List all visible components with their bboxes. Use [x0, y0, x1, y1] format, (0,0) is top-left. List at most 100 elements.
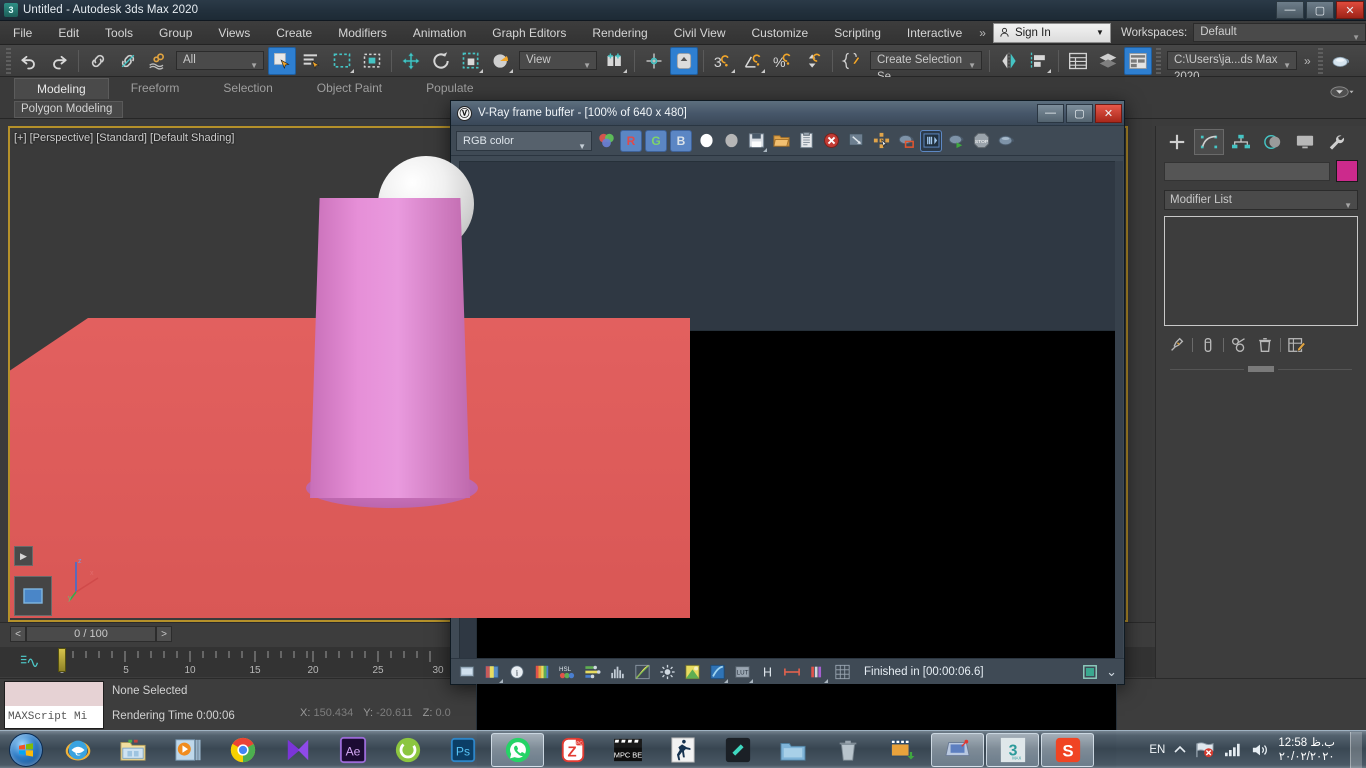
- blue-channel-button[interactable]: B: [670, 129, 692, 152]
- recycle-icon[interactable]: [821, 733, 874, 767]
- render-last-icon[interactable]: [945, 130, 967, 152]
- pin-stack-icon[interactable]: [1168, 336, 1186, 354]
- vfb-channel-select[interactable]: RGB color ▼: [456, 130, 592, 151]
- select-and-link-button[interactable]: [84, 47, 112, 75]
- material-editor-button[interactable]: [1327, 47, 1355, 75]
- file-explorer-icon[interactable]: [106, 733, 159, 767]
- place-pivot-button[interactable]: [487, 47, 515, 75]
- ribbon-tab-selection[interactable]: Selection: [201, 78, 294, 99]
- mpc-be-icon[interactable]: MPC BE: [601, 733, 654, 767]
- clear-image-icon[interactable]: [820, 130, 842, 152]
- green-channel-button[interactable]: G: [645, 129, 667, 152]
- named-selection-sets-select[interactable]: Create Selection Se ▼: [870, 51, 982, 83]
- align-button[interactable]: [1025, 47, 1053, 75]
- select-and-move-button[interactable]: [397, 47, 425, 75]
- toolbar-overflow-chevron[interactable]: »: [1300, 54, 1315, 68]
- spinner-snap-toggle-button[interactable]: [799, 47, 827, 75]
- ribbon-tab-populate[interactable]: Populate: [404, 78, 495, 99]
- object-color-swatch[interactable]: [1336, 160, 1358, 182]
- menu-interactive[interactable]: Interactive: [894, 21, 975, 45]
- windows-media-player-icon[interactable]: [161, 733, 214, 767]
- undo-button[interactable]: [15, 47, 43, 75]
- close-button[interactable]: ✕: [1336, 1, 1364, 19]
- duplicate-vfb-icon[interactable]: [845, 130, 867, 152]
- language-indicator[interactable]: EN: [1149, 744, 1165, 756]
- ribbon-tab-modeling[interactable]: Modeling: [14, 78, 109, 99]
- white-balance-icon[interactable]: [681, 661, 703, 683]
- maxscript-output-pane[interactable]: [5, 682, 103, 706]
- select-by-name-button[interactable]: [298, 47, 326, 75]
- curve-icon[interactable]: [631, 661, 653, 683]
- selection-filter-select[interactable]: All ▼: [176, 51, 264, 70]
- next-frame-button[interactable]: >: [156, 626, 172, 642]
- toolbar-grip[interactable]: [6, 47, 11, 74]
- hue-letter-icon[interactable]: H: [756, 661, 778, 683]
- reference-coordinate-select[interactable]: View ▼: [519, 51, 597, 70]
- sign-in-button[interactable]: Sign In ▼: [992, 22, 1111, 43]
- toolbar-grip[interactable]: [1156, 47, 1161, 74]
- rectangular-selection-region-button[interactable]: [328, 47, 356, 75]
- menu-views[interactable]: Views: [205, 21, 263, 45]
- levels-icon[interactable]: [581, 661, 603, 683]
- object-name-input[interactable]: [1164, 161, 1330, 181]
- filmora-icon[interactable]: [711, 733, 764, 767]
- ribbon-panel-polygon-modeling[interactable]: Polygon Modeling: [14, 100, 124, 118]
- menu-edit[interactable]: Edit: [45, 21, 92, 45]
- alpha-grey-icon[interactable]: [720, 130, 742, 152]
- vfb-minimize-button[interactable]: —: [1037, 103, 1064, 123]
- select-object-button[interactable]: [268, 46, 296, 75]
- network-error-icon[interactable]: [1195, 741, 1215, 759]
- bind-to-space-warp-button[interactable]: [144, 47, 172, 75]
- workspace-select[interactable]: Default ▼: [1193, 23, 1366, 42]
- show-desktop-button[interactable]: [1350, 731, 1362, 768]
- alpha-white-icon[interactable]: [695, 130, 717, 152]
- percent-snap-toggle-button[interactable]: %: [769, 47, 797, 75]
- zapya-icon[interactable]: Z PC: [546, 733, 599, 767]
- taskbar-clock[interactable]: 12:58 ب.ظ ۲۰/۰۲/۲۰۲۰: [1278, 736, 1341, 764]
- redo-button[interactable]: [45, 47, 73, 75]
- ribbon-options-dropdown[interactable]: [1320, 85, 1366, 99]
- render-region-icon[interactable]: [895, 130, 917, 152]
- modify-tab[interactable]: [1194, 129, 1224, 155]
- menu-overflow-chevron[interactable]: »: [975, 26, 990, 40]
- whatsapp-icon[interactable]: [491, 732, 544, 767]
- modifier-list-select[interactable]: Modifier List ▼: [1164, 190, 1358, 210]
- counter-strike-icon[interactable]: [656, 733, 709, 767]
- toggle-ribbon-button[interactable]: [1124, 46, 1152, 75]
- make-unique-icon[interactable]: [1230, 336, 1250, 354]
- save-channel-icon[interactable]: [456, 661, 478, 683]
- maxscript-mini-listener[interactable]: MAXScript Mi: [4, 681, 104, 729]
- menu-create[interactable]: Create: [263, 21, 325, 45]
- ribbon-tab-object-paint[interactable]: Object Paint: [295, 78, 404, 99]
- angle-snap-toggle-button[interactable]: [739, 47, 767, 75]
- menu-group[interactable]: Group: [146, 21, 205, 45]
- red-channel-button[interactable]: R: [620, 129, 642, 152]
- use-pivot-point-center-button[interactable]: [601, 47, 629, 75]
- render-icon[interactable]: [995, 130, 1017, 152]
- viewport-cylinder-object[interactable]: [310, 198, 470, 498]
- show-layers-icon[interactable]: [481, 661, 503, 683]
- wifi-signal-icon[interactable]: [1224, 742, 1242, 758]
- toggle-scene-explorer-button[interactable]: [1064, 47, 1092, 75]
- previous-frame-button[interactable]: <: [10, 626, 26, 642]
- hue-icon[interactable]: [706, 661, 728, 683]
- coord-z-value[interactable]: 0.0: [435, 707, 450, 719]
- start-button[interactable]: [2, 732, 50, 768]
- video-player-icon[interactable]: [271, 733, 324, 767]
- remote-desktop-icon[interactable]: [931, 732, 984, 767]
- menu-animation[interactable]: Animation: [400, 21, 479, 45]
- ab-compare-icon[interactable]: [920, 129, 942, 152]
- vfb-vertical-scrollbar[interactable]: [1115, 161, 1123, 659]
- vfb-close-button[interactable]: ✕: [1095, 103, 1122, 123]
- project-folder-select[interactable]: C:\Users\ja...ds Max 2020 ▼: [1167, 51, 1297, 83]
- vfb-toggle-panel-icon[interactable]: [1079, 661, 1101, 683]
- internet-explorer-icon[interactable]: e: [51, 733, 104, 767]
- menu-rendering[interactable]: Rendering: [579, 21, 660, 45]
- coord-x-value[interactable]: 150.434: [313, 707, 353, 719]
- copy-to-clipboard-icon[interactable]: [795, 130, 817, 152]
- save-image-icon[interactable]: [745, 130, 767, 152]
- hsl-icon[interactable]: HSL: [556, 661, 578, 683]
- color-channel-icon[interactable]: [595, 130, 617, 152]
- after-effects-icon[interactable]: Ae: [326, 733, 379, 767]
- menu-tools[interactable]: Tools: [92, 21, 146, 45]
